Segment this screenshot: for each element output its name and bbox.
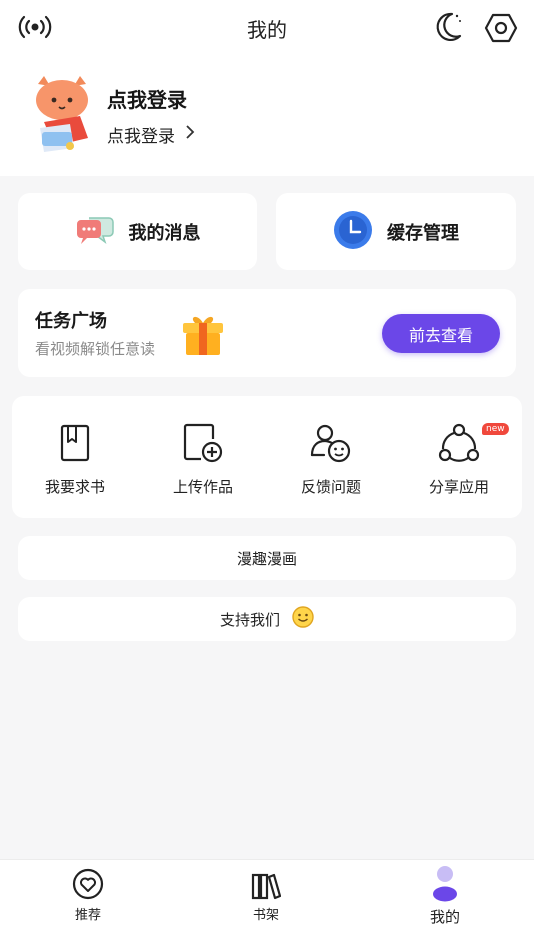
header: 我的 点我登录 点我登录	[0, 0, 534, 176]
cache-management-card[interactable]: 缓存管理	[276, 193, 516, 270]
my-messages-label: 我的消息	[128, 222, 201, 244]
login-profile[interactable]: 点我登录 点我登录	[30, 74, 330, 154]
tool-label: 我要求书	[44, 478, 105, 496]
smiley-icon	[292, 606, 314, 632]
tool-upload-work[interactable]: 上传作品	[148, 422, 258, 497]
support-us-link[interactable]: 支持我们	[18, 597, 516, 641]
person-icon	[390, 860, 500, 902]
go-check-button[interactable]: 前去查看	[382, 314, 500, 353]
new-badge: new	[482, 423, 509, 435]
clock-icon	[333, 210, 373, 254]
tool-request-book[interactable]: 我要求书	[20, 422, 130, 497]
share-icon	[437, 422, 481, 464]
chat-bubbles-icon	[75, 214, 115, 250]
tool-label: 上传作品	[172, 478, 233, 496]
tab-label: 推荐	[74, 908, 101, 923]
tab-label: 我的	[429, 908, 460, 925]
task-title: 任务广场	[35, 311, 107, 332]
settings-hex-icon[interactable]	[482, 10, 520, 46]
task-subtitle: 看视频解锁任意读	[35, 340, 156, 358]
chevron-right-icon	[185, 124, 195, 145]
login-title[interactable]: 点我登录	[107, 84, 187, 113]
book-icon	[53, 422, 97, 464]
bottom-tab-bar: 推荐 书架 我的	[0, 859, 534, 925]
heart-circle-icon	[33, 860, 143, 900]
manqu-comics-link[interactable]: 漫趣漫画	[18, 536, 516, 580]
tab-bookshelf[interactable]: 书架	[211, 860, 321, 923]
tab-mine[interactable]: 我的	[390, 860, 500, 925]
support-label: 支持我们	[219, 610, 280, 629]
manqu-label: 漫趣漫画	[236, 549, 297, 568]
tools-grid: 我要求书 上传作品 反馈问题 分享应用 new	[12, 396, 522, 518]
task-square-card[interactable]: 任务广场 看视频解锁任意读 前去查看	[18, 289, 516, 377]
feedback-icon	[309, 422, 353, 464]
tab-label: 书架	[252, 908, 279, 923]
my-messages-card[interactable]: 我的消息	[18, 193, 257, 270]
login-link[interactable]: 点我登录	[107, 122, 195, 147]
moon-icon[interactable]	[430, 8, 466, 46]
upload-doc-icon	[181, 422, 225, 464]
tab-recommend[interactable]: 推荐	[33, 860, 143, 923]
gift-icon	[181, 313, 225, 361]
bookshelf-icon	[211, 860, 321, 900]
tool-label: 反馈问题	[300, 478, 361, 496]
tool-feedback[interactable]: 反馈问题	[276, 422, 386, 497]
top-bar: 我的	[0, 0, 534, 56]
login-subtitle: 点我登录	[107, 127, 175, 147]
cat-mascot-avatar[interactable]	[30, 74, 94, 154]
tool-label: 分享应用	[428, 478, 489, 496]
cache-management-label: 缓存管理	[387, 222, 459, 244]
